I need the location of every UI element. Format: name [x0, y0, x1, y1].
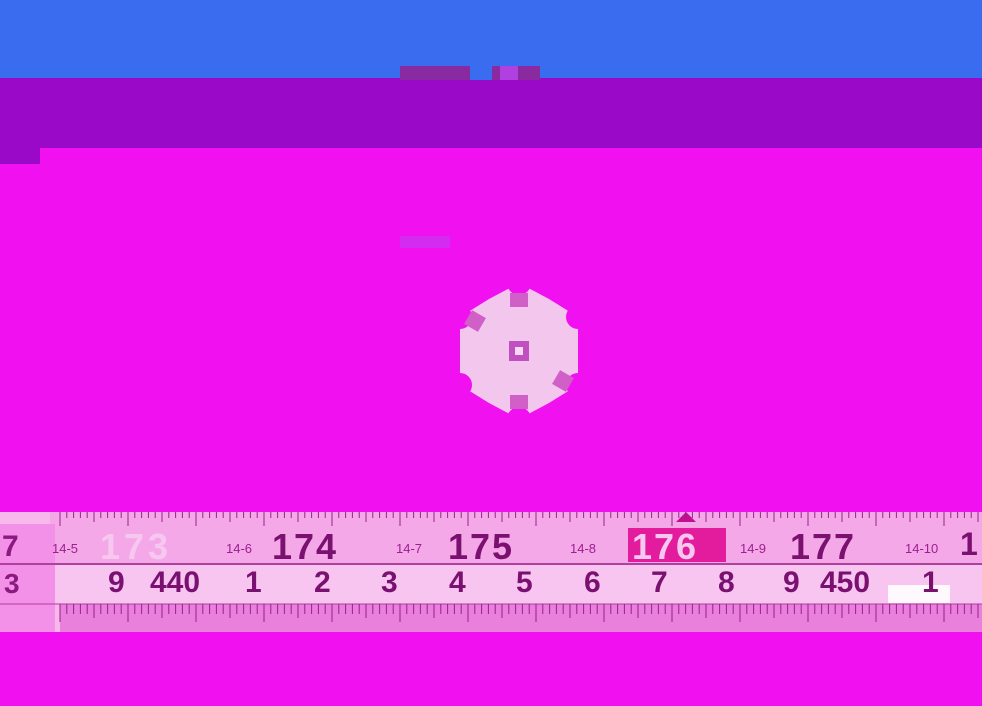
tape-cm-1: 1: [245, 566, 262, 599]
tape-section-label: 14-6: [226, 541, 252, 556]
pad-notch: [566, 305, 590, 329]
tape-cm-4: 4: [449, 566, 466, 599]
foreground-magenta: [0, 632, 982, 706]
pad-notch: [507, 407, 531, 431]
tape-cm-3: 3: [381, 566, 398, 599]
tape-number-177: 177: [790, 526, 857, 567]
tape-section-label: 14-8: [570, 541, 596, 556]
tape-section-label: 14-9: [740, 541, 766, 556]
tape-cm-6: 6: [584, 566, 601, 599]
led-star-board: [448, 271, 590, 431]
led-die: [515, 347, 523, 355]
tape-edge-bottom-number: 3: [4, 568, 20, 599]
tape-number-174: 174: [272, 526, 339, 567]
tape-cm-7: 7: [651, 566, 668, 599]
glitch-strip: [0, 66, 540, 248]
tape-number-edge-right: 1: [960, 526, 978, 562]
tape-cm-5: 5: [516, 566, 533, 599]
tape-number-176: 176: [632, 526, 699, 567]
photo-scene: 14-5 14-6 14-7 14-8 14-9 14-10 7 173 174 175 …: [0, 0, 982, 706]
solder-pad: [510, 395, 528, 409]
tape-section-label: 14-5: [52, 541, 78, 556]
pad-notch: [448, 373, 472, 397]
tape-cm-8: 8: [718, 566, 735, 599]
tape-label-sticker: [888, 585, 950, 603]
tape-edge-top-number: 7: [2, 530, 19, 563]
solder-pad: [510, 293, 528, 307]
tape-section-label: 14-10: [905, 541, 938, 556]
tape-cm-9b: 9: [783, 566, 800, 599]
pad-notch: [507, 271, 531, 295]
tape-cm-440: 440: [150, 566, 201, 599]
tape-number-175: 175: [448, 526, 515, 567]
tape-tick-band: [60, 604, 982, 632]
tape-cm-9: 9: [108, 566, 125, 599]
tape-cm-450: 450: [820, 566, 871, 599]
tape-cm-2: 2: [314, 566, 331, 599]
tape-section-label: 14-7: [396, 541, 422, 556]
tape-number-173: 173: [100, 526, 173, 567]
photo-layer: 14-5 14-6 14-7 14-8 14-9 14-10: [0, 66, 982, 706]
tape-cm-1b: 1: [922, 566, 939, 599]
